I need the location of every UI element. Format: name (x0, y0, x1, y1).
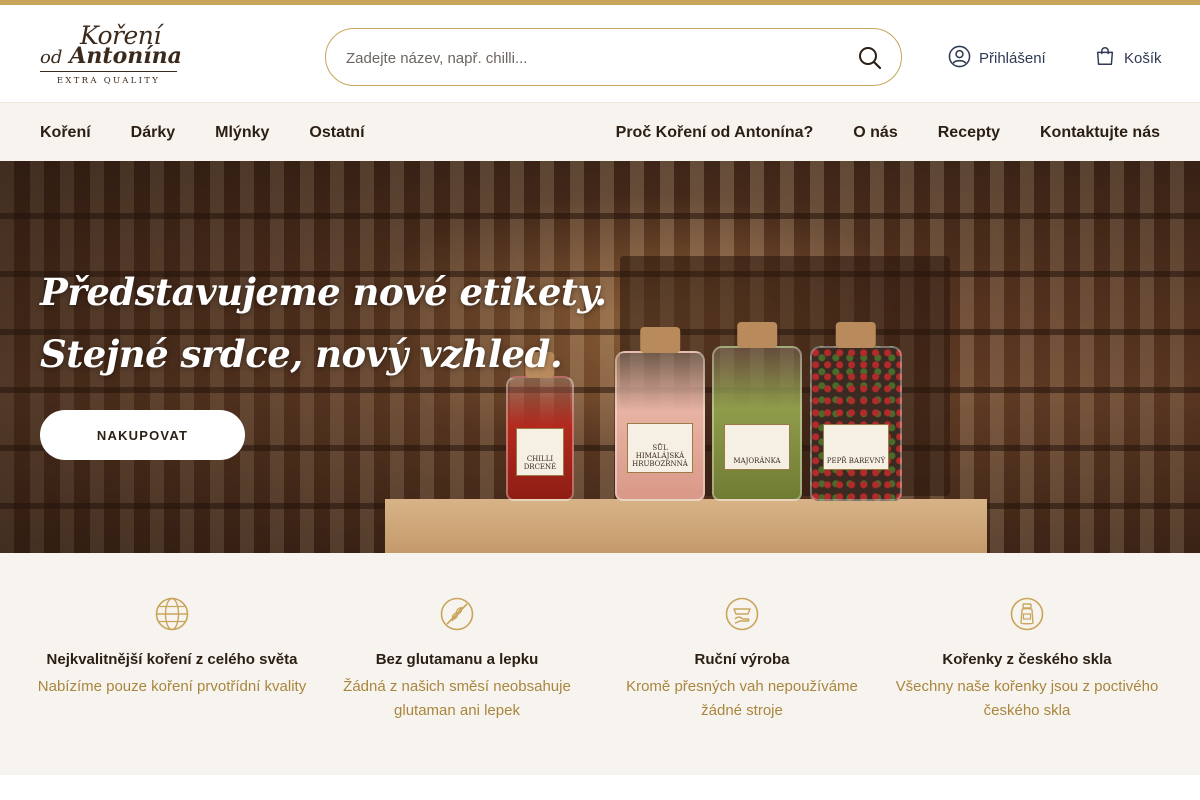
search-icon[interactable] (857, 45, 883, 71)
jar-label-salt: SŮL HIMALÁJSKÁ HRUBOZRNNÁ (627, 423, 693, 473)
logo-name: Antonína (69, 43, 182, 69)
nav-item-koreni[interactable]: Koření (40, 124, 91, 142)
hero-title: Představujeme nové etikety. Stejné srdce… (40, 261, 607, 385)
site-header: Koření od Antonína EXTRA QUALITY Přihláš… (0, 5, 1200, 102)
feature-desc: Žádná z našich směsí neobsahuje glutaman… (343, 678, 571, 719)
logo-od: od (40, 47, 63, 68)
feature-item: Nejkvalitnější koření z celého světa Nab… (37, 597, 307, 699)
nav-item-kontakt[interactable]: Kontaktujte nás (1040, 124, 1160, 142)
search-input[interactable] (346, 43, 836, 73)
feature-desc: Kromě přesných vah nepoužíváme žádné str… (626, 678, 858, 719)
feature-title: Bez glutamanu a lepku (375, 651, 539, 668)
globe-icon (155, 597, 189, 631)
hero-title-line1: Představujeme nové etikety. (40, 270, 607, 314)
login-link[interactable]: Přihlášení (948, 45, 1046, 72)
hero-counter (385, 499, 987, 553)
jar-label-marjoram: MAJORÁNKA (724, 424, 790, 470)
shopping-bag-icon (1094, 45, 1116, 71)
search-box (325, 28, 902, 86)
brand-logo[interactable]: Koření od Antonína EXTRA QUALITY (40, 21, 182, 91)
hero-banner: CHILLI DRCENÉ SŮL HIMALÁJSKÁ HRUBOZRNNÁ … (0, 161, 1200, 553)
features-strip: Nejkvalitnější koření z celého světa Nab… (0, 553, 1200, 775)
cart-link[interactable]: Košík (1094, 46, 1162, 70)
user-icon (948, 45, 971, 72)
nav-categories: Koření Dárky Mlýnky Ostatní (40, 103, 365, 162)
logo-tagline: EXTRA QUALITY (56, 76, 161, 86)
hero-title-line2: Stejné srdce, nový vzhled. (40, 332, 563, 376)
login-label: Přihlášení (979, 49, 1046, 67)
feature-title: Nejkvalitnější koření z celého světa (46, 651, 298, 668)
logo-line2: od Antonína (40, 43, 182, 69)
nav-item-mlynky[interactable]: Mlýnky (215, 124, 269, 142)
nav-info: Proč Koření od Antonína? O nás Recepty K… (616, 103, 1160, 162)
feature-item: Kořenky z českého skla Všechny naše koře… (892, 597, 1162, 723)
jar-marjoram: MAJORÁNKA (712, 322, 802, 501)
nav-item-recepty[interactable]: Recepty (938, 124, 1000, 142)
feature-item: Ruční výroba Kromě přesných vah nepoužív… (607, 597, 877, 723)
feature-item: Bez glutamanu a lepku Žádná z našich smě… (322, 597, 592, 723)
shop-now-button[interactable]: NAKUPOVAT (40, 410, 245, 460)
feature-desc: Nabízíme pouze koření prvotřídní kvality (37, 678, 307, 695)
main-nav: Koření Dárky Mlýnky Ostatní Proč Koření … (0, 102, 1200, 161)
feature-title: Kořenky z českého skla (942, 651, 1112, 668)
feature-desc: Všechny naše kořenky jsou z poctivého če… (895, 678, 1159, 719)
nav-item-o-nas[interactable]: O nás (853, 124, 897, 142)
cart-label: Košík (1124, 49, 1162, 67)
nav-item-ostatni[interactable]: Ostatní (309, 124, 364, 142)
nav-item-proc[interactable]: Proč Koření od Antonína? (616, 124, 814, 142)
no-wheat-icon (440, 597, 474, 631)
jar-salt: SŮL HIMALÁJSKÁ HRUBOZRNNÁ (615, 327, 705, 501)
nav-item-darky[interactable]: Dárky (131, 124, 175, 142)
feature-title: Ruční výroba (694, 651, 790, 668)
logo-rule (40, 71, 177, 72)
hand-scale-icon (725, 597, 759, 631)
jar-label-pepper: PEPŘ BAREVNÝ (822, 424, 890, 470)
jar-label-chilli: CHILLI DRCENÉ (515, 428, 565, 476)
jar-icon (1010, 597, 1044, 631)
jar-chilli: CHILLI DRCENÉ (506, 352, 574, 501)
jar-pepper: PEPŘ BAREVNÝ (810, 322, 902, 501)
